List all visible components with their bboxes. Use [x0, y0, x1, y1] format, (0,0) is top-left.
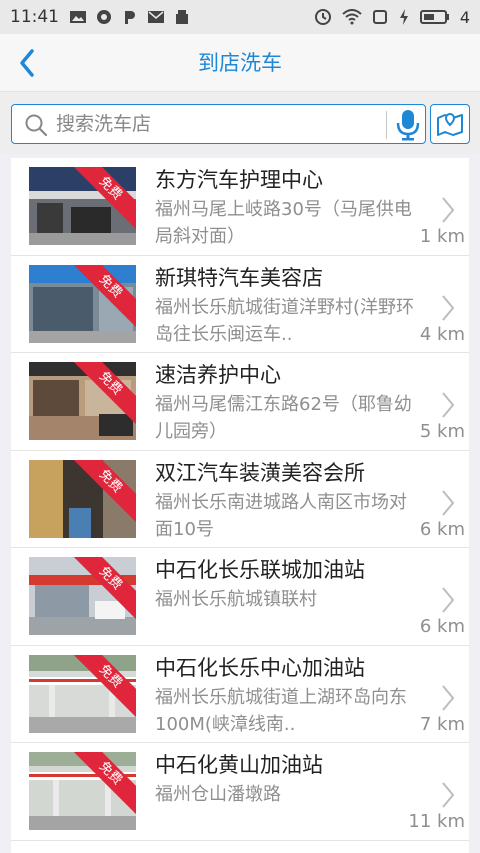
store-distance: 1 km	[419, 226, 465, 247]
wifi-icon	[342, 9, 362, 25]
list-item[interactable]: 免费 中石化长乐联城加油站 福州长乐航城镇联村 6 km	[11, 548, 469, 646]
store-photo: 免费	[29, 362, 136, 440]
store-photo: 免费	[29, 557, 136, 635]
search-input[interactable]	[56, 109, 372, 139]
store-address: 福州长乐南进城路人南区市场对面10号	[155, 491, 407, 540]
store-distance: 4 km	[419, 323, 465, 345]
store-name: 中石化黄山加油站	[155, 753, 323, 777]
store-address: 福州长乐航城镇联村	[155, 589, 317, 610]
store-name: 新琪特汽车美容店	[155, 265, 323, 290]
store-name: 双江汽车装潢美容会所	[155, 460, 365, 485]
list-item-partial	[11, 840, 469, 853]
chevron-right-icon	[442, 684, 455, 711]
chevron-right-icon	[442, 489, 455, 516]
store-photo: 免费	[29, 654, 136, 733]
page-title: 到店洗车	[198, 51, 282, 75]
list-item[interactable]: 免费 中石化黄山加油站 福州仓山潘墩路 11 km	[11, 743, 469, 841]
chevron-right-icon	[442, 782, 455, 808]
shop-icon	[176, 10, 188, 24]
store-name: 中石化长乐联城加油站	[155, 558, 365, 582]
parking-icon	[125, 11, 135, 24]
status-bar: 11:41 4	[0, 0, 480, 34]
list-item[interactable]: 免费 中石化长乐中心加油站 福州长乐航城街道上湖环岛向东100M(峡漳线南.. …	[11, 645, 469, 743]
store-name: 中石化长乐中心加油站	[155, 655, 365, 680]
store-photo: 免费	[29, 167, 136, 245]
store-address: 福州马尾儒江东路62号（耶鲁幼儿园旁）	[155, 394, 412, 442]
nav-bar: 到店洗车	[0, 34, 480, 92]
store-photo: 免费	[29, 752, 136, 830]
search-box[interactable]	[11, 104, 426, 144]
charging-icon	[399, 9, 408, 25]
list-item[interactable]: 免费 速洁养护中心 福州马尾儒江东路62号（耶鲁幼儿园旁） 5 km	[11, 353, 469, 451]
battery-level: 4	[459, 7, 470, 27]
screen-icon	[372, 10, 387, 24]
alarm-icon	[314, 9, 331, 25]
search-row	[0, 92, 480, 154]
gallery-icon	[70, 11, 86, 23]
store-photo: 免费	[29, 264, 136, 343]
map-icon	[437, 112, 463, 136]
store-address: 福州仓山潘墩路	[155, 784, 281, 805]
search-icon	[25, 114, 48, 137]
map-view-button[interactable]	[430, 104, 470, 144]
chevron-right-icon	[442, 294, 455, 321]
store-distance: 6 km	[419, 616, 465, 637]
store-address: 福州马尾上岐路30号（马尾供电局斜对面）	[155, 199, 412, 247]
chevron-right-icon	[442, 587, 455, 613]
store-name: 速洁养护中心	[155, 363, 281, 387]
store-distance: 11 km	[408, 811, 465, 832]
store-distance: 7 km	[419, 713, 465, 735]
mail-icon	[148, 11, 164, 23]
store-name: 东方汽车护理中心	[155, 168, 323, 192]
store-address: 福州长乐航城街道洋野村(洋野环岛往长乐闽运车..	[155, 296, 415, 345]
store-address: 福州长乐航城街道上湖环岛向东100M(峡漳线南..	[155, 686, 407, 735]
list-item[interactable]: 免费 东方汽车护理中心 福州马尾上岐路30号（马尾供电局斜对面） 1 km	[11, 158, 469, 256]
microphone-icon	[396, 110, 420, 141]
list-item[interactable]: 免费 新琪特汽车美容店 福州长乐航城街道洋野村(洋野环岛往长乐闽运车.. 4 k…	[11, 255, 469, 353]
chevron-right-icon	[442, 392, 455, 418]
status-time: 11:41	[10, 7, 59, 27]
voice-search-button[interactable]	[392, 108, 424, 142]
store-list: 免费 东方汽车护理中心 福州马尾上岐路30号（马尾供电局斜对面） 1 km 免费…	[11, 158, 469, 853]
chevron-right-icon	[442, 197, 455, 223]
store-distance: 6 km	[419, 518, 465, 540]
store-distance: 5 km	[419, 421, 465, 442]
store-photo: 免费	[29, 459, 136, 538]
list-item[interactable]: 免费 双江汽车装潢美容会所 福州长乐南进城路人南区市场对面10号 6 km	[11, 450, 469, 548]
battery-icon	[419, 10, 449, 24]
chrome-icon	[97, 10, 111, 24]
